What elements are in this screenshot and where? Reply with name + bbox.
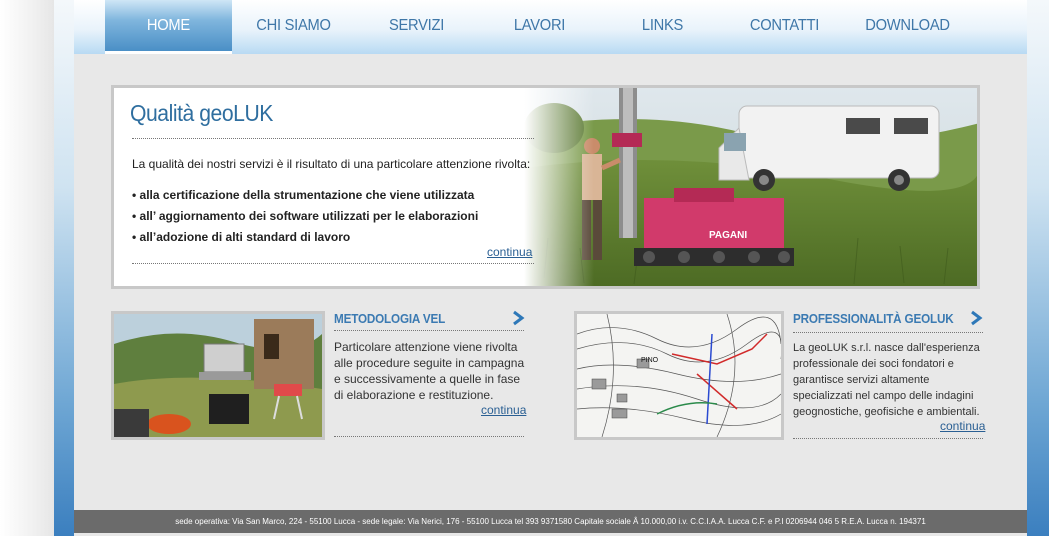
hero-continua-link[interactable]: continua xyxy=(487,245,532,259)
professionalita-line-3: garantisce servizi altamente xyxy=(793,374,930,386)
metodologia-line-4: di elaborazione e restituzione. xyxy=(334,388,494,402)
metodologia-divider-top xyxy=(334,330,524,331)
metodologia-title[interactable]: METODOLOGIA VEL xyxy=(334,311,445,326)
metodologia-photo xyxy=(111,311,325,440)
page-background-left xyxy=(0,0,54,536)
professionalita-line-1: La geoLUK s.r.l. nasce dall'esperienza xyxy=(793,342,980,354)
nav-item-contatti[interactable]: CONTATTI xyxy=(728,0,841,54)
nav-item-home[interactable]: HOME xyxy=(105,0,232,54)
svg-text:PAGANI: PAGANI xyxy=(709,230,747,241)
nav-item-links[interactable]: LINKS xyxy=(606,0,719,54)
hero-title: Qualità geoLUK xyxy=(130,100,273,126)
nav-item-servizi[interactable]: SERVIZI xyxy=(360,0,473,54)
professionalita-line-5: geognostiche, geofisiche e ambientali. xyxy=(793,406,980,418)
professionalita-divider-top xyxy=(793,332,983,333)
metodologia-continua-link[interactable]: continua xyxy=(481,403,526,417)
nav-item-download[interactable]: DOWNLOAD xyxy=(851,0,964,54)
nav-item-lavori[interactable]: LAVORI xyxy=(483,0,596,54)
hero-intro: La qualità dei nostri servizi è il risul… xyxy=(132,157,531,171)
hero-bullet-3: • all’adozione di alti standard di lavor… xyxy=(132,230,351,244)
nav-item-chi-siamo[interactable]: CHI SIAMO xyxy=(237,0,350,54)
page-border-left xyxy=(54,0,74,536)
chevron-right-icon[interactable] xyxy=(511,310,525,326)
metodologia-line-3: e successivamente a quelle in fase xyxy=(334,372,521,386)
metodologia-line-2: alle procedure seguite in campagna xyxy=(334,356,525,370)
professionalita-line-2: professionale dei soci fondatori e xyxy=(793,358,954,370)
page-container: HOME CHI SIAMO SERVIZI LAVORI LINKS CONT… xyxy=(74,0,1027,536)
page-border-right xyxy=(1027,0,1049,536)
hero-bullet-1: • alla certificazione della strumentazio… xyxy=(132,188,475,202)
professionalita-continua-link[interactable]: continua xyxy=(940,419,985,433)
chevron-right-icon[interactable] xyxy=(969,310,983,326)
footer: sede operativa: Via San Marco, 224 - 551… xyxy=(74,510,1027,533)
hero-divider-bottom xyxy=(132,263,534,264)
metodologia-divider-bottom xyxy=(334,436,524,437)
map-label: PINO xyxy=(641,357,659,364)
professionalita-line-4: specializzati nel campo delle indagini xyxy=(793,390,974,402)
hero-divider-top xyxy=(132,138,534,139)
hero-panel: PAGANI Qualità geoLUK La qualità dei nos… xyxy=(111,85,980,289)
professionalita-divider-bottom xyxy=(793,438,983,439)
professionalita-map: PINO xyxy=(574,311,784,440)
main-nav: HOME CHI SIAMO SERVIZI LAVORI LINKS CONT… xyxy=(74,0,1027,54)
hero-bullet-2: • all’ aggiornamento dei software utiliz… xyxy=(132,209,479,223)
footer-address: sede operativa: Via San Marco, 224 - 551… xyxy=(175,517,926,526)
metodologia-line-1: Particolare attenzione viene rivolta xyxy=(334,340,518,354)
hero-photo-fade xyxy=(524,88,594,286)
professionalita-title[interactable]: PROFESSIONALITÀ GEOLUK xyxy=(793,311,954,326)
